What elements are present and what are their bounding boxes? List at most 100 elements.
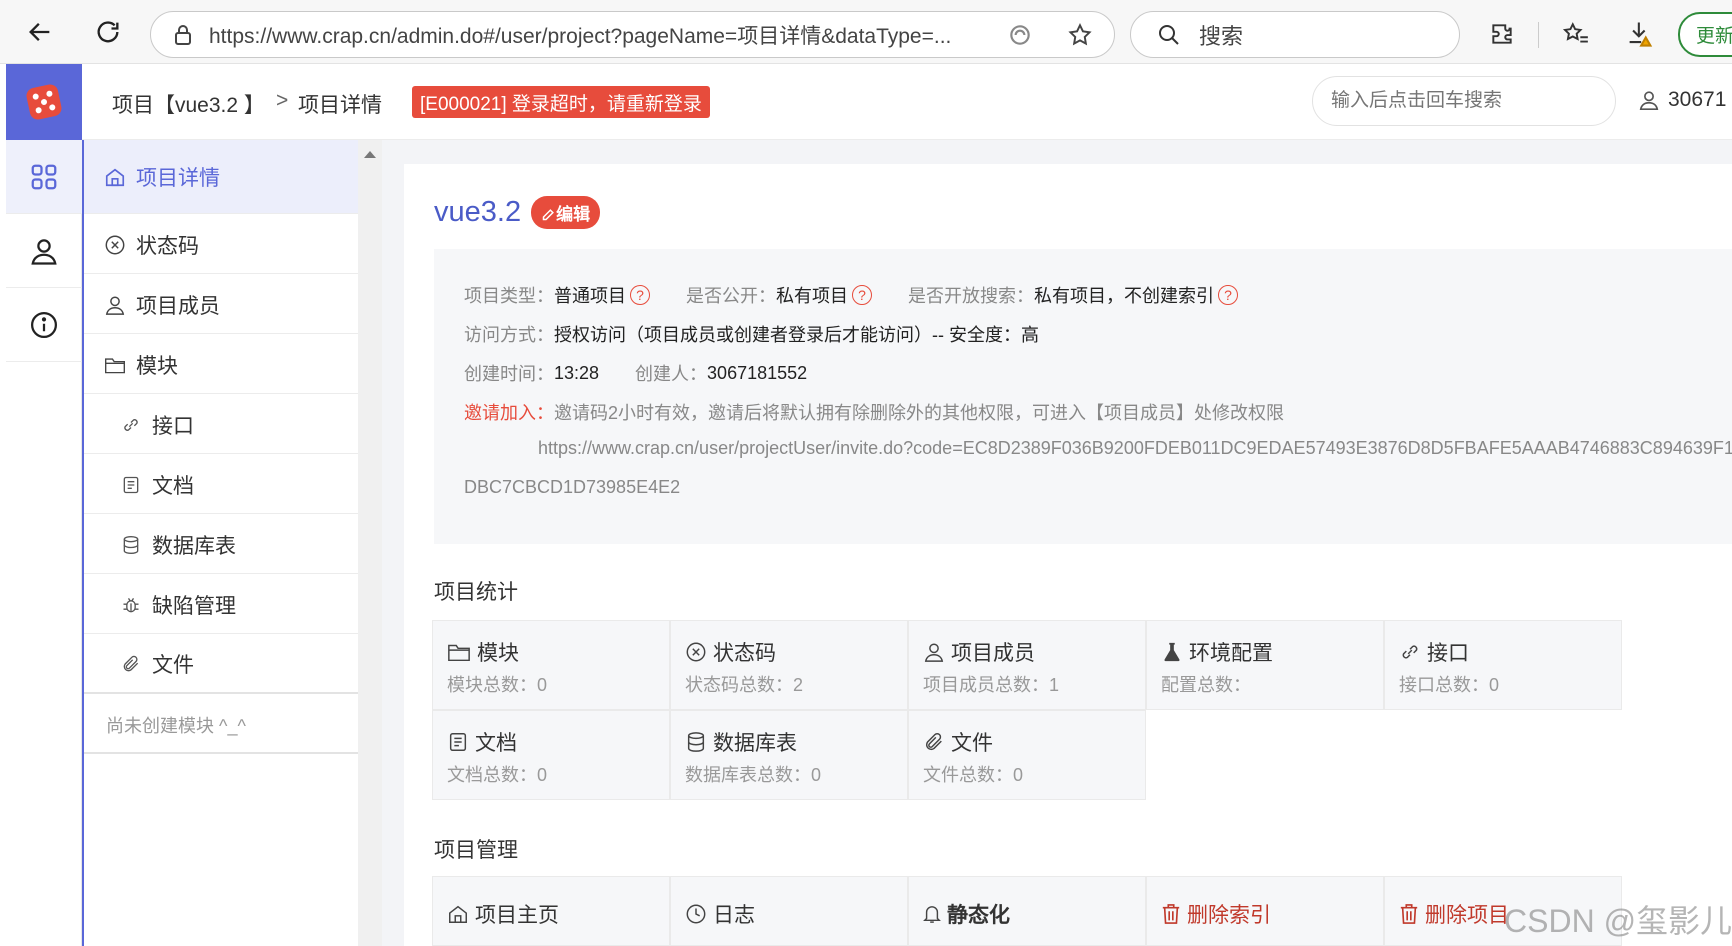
breadcrumb-project[interactable]: 项目【vue3.2 】 (112, 89, 265, 119)
user-name: 30671 (1668, 88, 1727, 111)
paperclip-icon (120, 653, 142, 675)
stat-label: 接口 (1427, 642, 1469, 665)
stat-count: 接口总数：0 (1399, 675, 1500, 695)
edit-label: 编辑 (556, 205, 591, 224)
stat-card-env-config[interactable]: 环境配置 配置总数： (1146, 620, 1384, 710)
edit-icon (542, 209, 555, 221)
user-icon (1638, 89, 1660, 111)
rail-item-info[interactable] (6, 288, 82, 362)
bell-icon (923, 906, 941, 923)
favorite-star-icon[interactable] (1067, 22, 1093, 48)
csdn-watermark: CSDN @玺影儿 (1504, 903, 1732, 939)
sidebar: 项目详情 状态码 项目成员 模块 接口 文档 数据库表 缺陷管理 文件 尚未创建… (82, 140, 360, 946)
browser-toolbar: https://www.crap.cn/admin.do#/user/proje… (0, 0, 1732, 64)
sidebar-item-status-code[interactable]: 状态码 (84, 216, 360, 274)
manage-delete-index[interactable]: 删除索引 (1146, 876, 1384, 946)
stat-card-database[interactable]: 数据库表 数据库表总数：0 (670, 710, 908, 800)
manage-label: 日志 (713, 904, 755, 927)
stat-card-status-code[interactable]: 状态码 状态码总数：2 (670, 620, 908, 710)
browser-search-box[interactable]: 搜索 (1130, 11, 1460, 58)
created-label: 创建时间： (464, 364, 554, 384)
stat-count: 文件总数：0 (923, 765, 1024, 785)
update-button[interactable]: 更新 (1678, 12, 1732, 57)
reload-icon[interactable] (88, 12, 128, 52)
type-value: 普通项目 (554, 286, 626, 306)
stat-label: 数据库表 (713, 732, 797, 755)
link-icon (1402, 645, 1418, 659)
manage-log[interactable]: 日志 (670, 876, 908, 946)
sidebar-empty-note: 尚未创建模块 ^_^ (106, 716, 246, 736)
user-icon (31, 238, 57, 265)
user-icon (924, 643, 944, 662)
database-icon (120, 534, 142, 556)
info-icon (31, 311, 57, 338)
public-label: 是否公开： (686, 286, 776, 306)
sidebar-item-project-detail[interactable]: 项目详情 (84, 140, 360, 214)
rail-item-grid[interactable] (6, 140, 82, 214)
stat-card-module[interactable]: 模块 模块总数：0 (432, 620, 670, 710)
stat-count: 文档总数：0 (447, 765, 548, 785)
sidebar-item-bug[interactable]: 缺陷管理 (84, 576, 360, 634)
info-row-created: 创建时间： 13:28 创建人： 3067181552 (464, 360, 807, 386)
invite-url-line: https://www.crap.cn/user/projectUser/inv… (538, 438, 1732, 459)
sidebar-item-document[interactable]: 文档 (84, 456, 360, 514)
invite-url-continued[interactable]: DBC7CBCD1D73985E4E2 (464, 477, 680, 498)
sidebar-item-label: 接口 (152, 414, 194, 438)
stat-card-interface[interactable]: 接口 接口总数：0 (1384, 620, 1622, 710)
browser-search-placeholder: 搜索 (1199, 23, 1244, 49)
invite-url-line-2: DBC7CBCD1D73985E4E2 (464, 477, 680, 498)
help-icon[interactable]: ? (1218, 285, 1238, 305)
help-icon[interactable]: ? (630, 285, 650, 305)
sidebar-item-database[interactable]: 数据库表 (84, 516, 360, 574)
help-icon[interactable]: ? (852, 285, 872, 305)
header-search-input[interactable] (1312, 76, 1616, 126)
flask-icon (1164, 642, 1180, 662)
breadcrumb-current: 项目详情 (298, 94, 382, 117)
sidebar-item-file[interactable]: 文件 (84, 636, 360, 694)
search-open-value: 私有项目，不创建索引 (1034, 286, 1214, 306)
breadcrumb-separator: > (276, 89, 289, 112)
stat-card-document[interactable]: 文档 文档总数：0 (432, 710, 670, 800)
project-title: vue3.2 (434, 196, 522, 228)
manage-project-home[interactable]: 项目主页 (432, 876, 670, 946)
user-menu[interactable]: 30671 (1638, 88, 1726, 112)
lock-icon (173, 24, 193, 46)
folder-icon (104, 354, 126, 376)
public-value: 私有项目 (776, 286, 848, 306)
sidebar-item-label: 模块 (136, 354, 178, 378)
sidebar-item-label: 项目成员 (136, 294, 220, 318)
extensions-icon[interactable] (1482, 14, 1522, 54)
sidebar-item-label: 缺陷管理 (152, 594, 236, 618)
browser-extension-icon[interactable] (1007, 22, 1033, 48)
invite-url[interactable]: https://www.crap.cn/user/projectUser/inv… (538, 438, 1732, 459)
app-logo[interactable] (6, 64, 82, 140)
stat-count: 数据库表总数：0 (685, 765, 822, 785)
stat-card-file[interactable]: 文件 文件总数：0 (908, 710, 1146, 800)
sidebar-item-members[interactable]: 项目成员 (84, 276, 360, 334)
clock-icon (686, 904, 706, 924)
manage-label: 删除项目 (1425, 904, 1509, 927)
back-arrow-icon[interactable] (20, 12, 60, 52)
toolbar-divider (1538, 22, 1539, 48)
folder-icon (448, 644, 470, 662)
left-rail (6, 140, 82, 946)
sidebar-item-label: 状态码 (136, 234, 199, 258)
project-title-row: vue3.2 编辑 (434, 196, 601, 229)
stat-count: 配置总数： (1161, 675, 1251, 695)
sidebar-item-label: 项目详情 (136, 166, 220, 190)
search-icon (1157, 23, 1181, 47)
sidebar-item-module[interactable]: 模块 (84, 336, 360, 394)
manage-static[interactable]: 静态化 (908, 876, 1146, 946)
x-circle-icon (686, 642, 706, 662)
sidebar-item-interface[interactable]: 接口 (84, 396, 360, 454)
stat-card-members[interactable]: 项目成员 项目成员总数：1 (908, 620, 1146, 710)
edit-button[interactable]: 编辑 (531, 196, 601, 229)
sidebar-scrollbar[interactable] (358, 140, 382, 946)
download-icon[interactable] (1620, 14, 1660, 54)
scroll-up-arrow-icon[interactable] (358, 146, 382, 166)
rail-item-user[interactable] (6, 214, 82, 288)
favorites-list-icon[interactable] (1556, 14, 1596, 54)
user-icon (104, 294, 126, 316)
sidebar-item-label: 文档 (152, 474, 194, 498)
address-bar[interactable]: https://www.crap.cn/admin.do#/user/proje… (150, 11, 1115, 58)
